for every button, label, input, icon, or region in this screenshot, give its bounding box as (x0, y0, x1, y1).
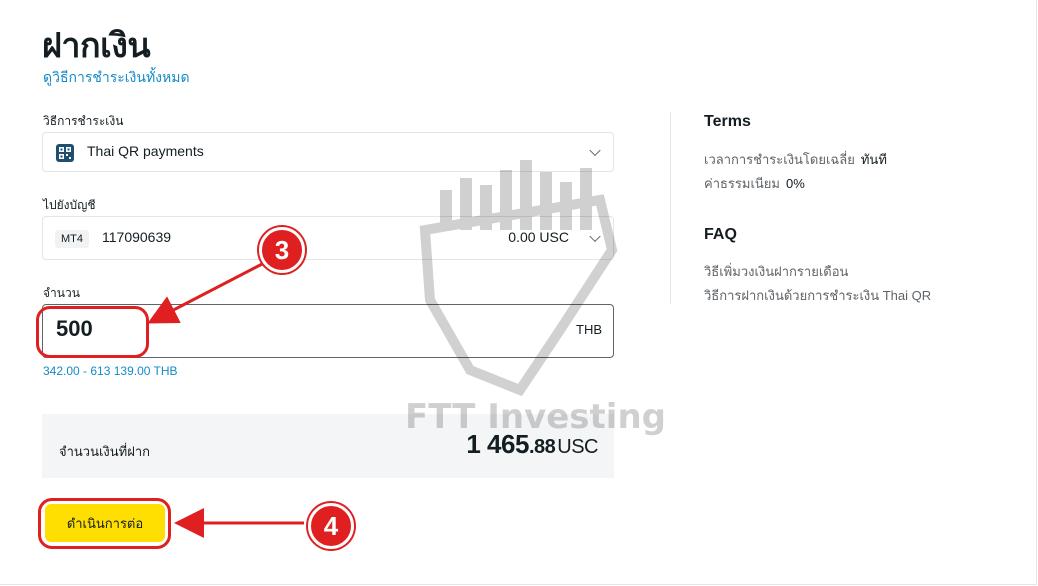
amount-highlight-ring (36, 306, 149, 358)
account-label: ไปยังบัญชี (43, 198, 96, 212)
summary-label: จำนวนเงินที่ฝาก (59, 444, 151, 459)
amount-currency: THB (576, 322, 602, 337)
faq-heading: FAQ (704, 226, 737, 243)
payment-method-select[interactable]: Thai QR payments (42, 132, 614, 172)
account-number: 117090639 (102, 229, 172, 245)
platform-badge: MT4 (55, 230, 89, 248)
account-balance: 0.00 USC (508, 229, 569, 245)
page-title: ฝากเงิน (42, 27, 151, 65)
payment-method-value: Thai QR payments (87, 143, 204, 159)
terms-time-value: ทันที (860, 152, 887, 167)
button-highlight-ring (38, 498, 171, 549)
amount-range-hint: 342.00 - 613 139.00 THB (43, 364, 178, 378)
terms-heading: Terms (704, 113, 751, 130)
qr-code-icon (56, 144, 74, 162)
chevron-down-icon (589, 230, 601, 243)
step-3-badge: 3 (259, 227, 305, 273)
faq-link-thai-qr[interactable]: วิธีการฝากเงินด้วยการชำระเงิน Thai QR (704, 285, 931, 306)
summary-amount-int: 1 465 (466, 429, 529, 459)
summary-amount: 1 465.88 USC (466, 429, 598, 460)
column-divider (670, 112, 671, 304)
terms-fee-label: ค่าธรรมเนียม (704, 176, 780, 191)
terms-fee-value: 0% (785, 176, 805, 191)
terms-time-label: เวลาการชำระเงินโดยเฉลี่ย (704, 152, 855, 167)
terms-row-time: เวลาการชำระเงินโดยเฉลี่ย ทันที (704, 149, 887, 170)
summary-currency: USC (557, 436, 598, 458)
deposit-summary: จำนวนเงินที่ฝาก 1 465.88 USC (42, 414, 614, 478)
step-4-badge: 4 (308, 503, 354, 549)
account-select[interactable]: MT4 117090639 0.00 USC (42, 216, 614, 260)
all-payment-methods-link[interactable]: ดูวิธีการชำระเงินทั้งหมด (43, 67, 190, 89)
chevron-down-icon (589, 144, 601, 157)
payment-method-label: วิธีการชำระเงิน (43, 114, 124, 128)
amount-label: จำนวน (43, 286, 80, 300)
terms-row-fee: ค่าธรรมเนียม 0% (704, 173, 805, 194)
summary-amount-decimal: .88 (528, 436, 556, 458)
faq-link-monthly-limit[interactable]: วิธีเพิ่มวงเงินฝากรายเดือน (704, 261, 848, 282)
